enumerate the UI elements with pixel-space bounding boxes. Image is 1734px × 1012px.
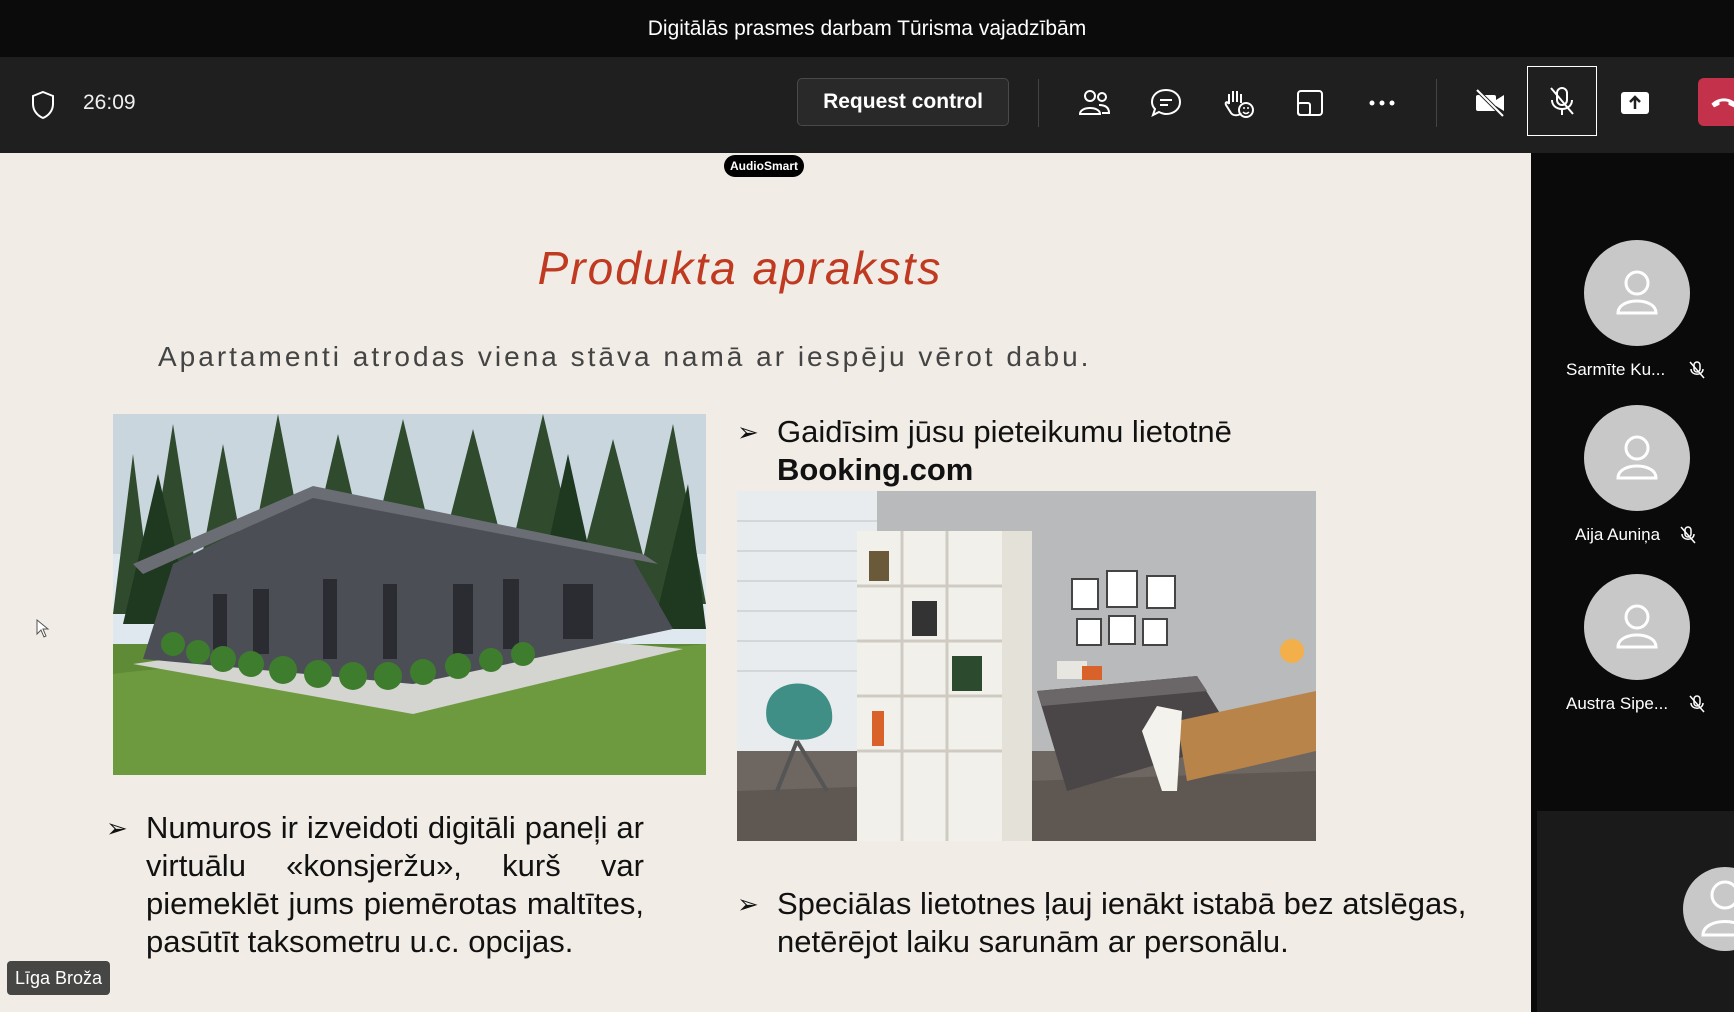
call-timer: 26:09 — [83, 91, 136, 114]
shield-icon[interactable] — [30, 90, 56, 120]
audiosmart-badge: AudioSmart — [724, 155, 804, 177]
person-icon — [1616, 604, 1658, 649]
raise-hand-icon[interactable] — [1216, 81, 1260, 125]
bullet-booking-line2: Booking.com — [777, 452, 974, 487]
participants-panel: Sarmīte Ku... Aija Auniņa Austra Sipe... — [1531, 153, 1734, 1012]
shared-slide: AudioSmart Produkta apraksts Apartamenti… — [0, 153, 1531, 1012]
mic-off-icon — [1680, 526, 1696, 544]
participant-tile[interactable]: Austra Sipe... — [1531, 574, 1734, 724]
more-options-icon[interactable] — [1360, 81, 1404, 125]
bullet-keyless-entry-text: Speciālas lietotnes ļauj ienākt istabā b… — [777, 886, 1467, 959]
participant-tile[interactable]: Aija Auniņa — [1531, 405, 1734, 555]
person-icon — [1701, 880, 1734, 937]
slide-title: Produkta apraksts — [537, 242, 943, 294]
house-image — [113, 414, 706, 775]
window-title-bar: Digitālās prasmes darbam Tūrisma vajadzī… — [0, 0, 1734, 57]
participant-name: Sarmīte Ku... — [1566, 360, 1666, 379]
avatar — [1584, 405, 1690, 511]
meeting-title: Digitālās prasmes darbam Tūrisma vajadzī… — [647, 16, 1087, 40]
request-control-button[interactable]: Request control — [797, 78, 1009, 126]
bullet-booking-line1: Gaidīsim jūsu pieteikumu lietotnē — [777, 414, 1232, 449]
mic-off-icon — [1689, 361, 1705, 379]
toolbar-divider — [1436, 79, 1437, 127]
phone-icon — [1711, 98, 1734, 108]
arrow-bullet-icon: ➢ — [737, 889, 759, 919]
avatar — [1584, 574, 1690, 680]
toolbar-divider — [1038, 79, 1039, 127]
presenter-name: Līga Broža — [15, 967, 103, 988]
avatar — [1683, 867, 1734, 951]
self-video-tile[interactable] — [1537, 811, 1734, 1012]
bullet-digital-panels: ➢ Numuros ir izveidoti digitāli paneļi a… — [106, 809, 644, 961]
participant-name: Austra Sipe... — [1566, 694, 1669, 713]
person-icon — [1616, 435, 1658, 480]
camera-off-icon[interactable] — [1468, 81, 1512, 125]
mouse-cursor-icon — [36, 619, 50, 638]
mic-off-icon — [1689, 695, 1705, 713]
arrow-bullet-icon: ➢ — [737, 417, 759, 447]
person-icon — [1616, 270, 1658, 315]
view-layout-icon[interactable] — [1288, 81, 1332, 125]
mic-off-icon[interactable] — [1527, 66, 1597, 136]
arrow-bullet-icon: ➢ — [106, 813, 128, 843]
bedroom-image — [737, 491, 1316, 841]
share-screen-icon[interactable] — [1613, 81, 1657, 125]
bullet-booking: ➢ Gaidīsim jūsu pieteikumu lietotnē Book… — [737, 413, 1337, 489]
presenter-name-label: Līga Broža — [7, 961, 111, 995]
bullet-keyless-entry: ➢ Speciālas lietotnes ļauj ienākt istabā… — [737, 885, 1477, 961]
meeting-toolbar: 26:09 Request control — [0, 57, 1734, 153]
hang-up-button[interactable] — [1698, 78, 1734, 126]
participant-name: Aija Auniņa — [1575, 525, 1661, 544]
avatar — [1584, 240, 1690, 346]
slide-subtitle: Apartamenti atrodas viena stāva namā ar … — [158, 341, 1092, 372]
participant-tile[interactable]: Sarmīte Ku... — [1531, 240, 1734, 390]
chat-icon[interactable] — [1144, 81, 1188, 125]
people-icon[interactable] — [1072, 81, 1116, 125]
bullet-digital-panels-text: Numuros ir izveidoti digitāli paneļi ar … — [146, 810, 644, 959]
